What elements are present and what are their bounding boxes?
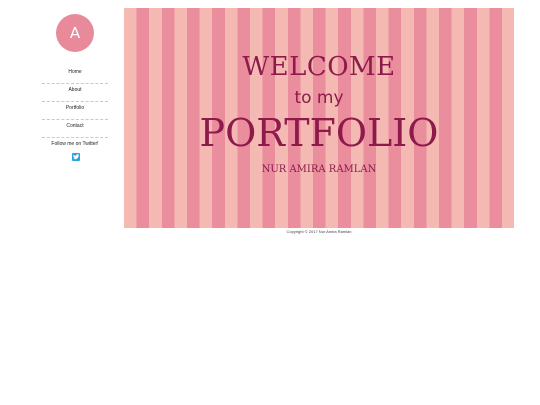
- copyright-text: Copyright © 2017 Nur Amira Ramlan: [286, 229, 352, 234]
- author-name: NUR AMIRA RAMLAN: [261, 164, 377, 175]
- welcome-heading: WELCOME: [242, 52, 396, 82]
- page: A Home About Portfolio Contact Follow me…: [0, 0, 540, 405]
- sidebar: A Home About Portfolio Contact Follow me…: [42, 8, 108, 228]
- follow-twitter-label: Follow me on Twitter!: [51, 141, 99, 147]
- nav-menu: Home About Portfolio Contact: [42, 66, 108, 138]
- twitter-bird-icon[interactable]: [72, 153, 80, 161]
- nav-item-contact[interactable]: Contact: [42, 120, 108, 138]
- nav-item-about[interactable]: About: [42, 84, 108, 102]
- to-my-text: to my: [294, 88, 344, 108]
- nav-item-home[interactable]: Home: [42, 66, 108, 84]
- portfolio-title: PORTFOLIO: [199, 111, 439, 155]
- welcome-banner: WELCOME to my PORTFOLIO NUR AMIRA RAMLAN: [124, 8, 514, 228]
- nav-item-portfolio[interactable]: Portfolio: [42, 102, 108, 120]
- logo-avatar[interactable]: A: [56, 14, 94, 52]
